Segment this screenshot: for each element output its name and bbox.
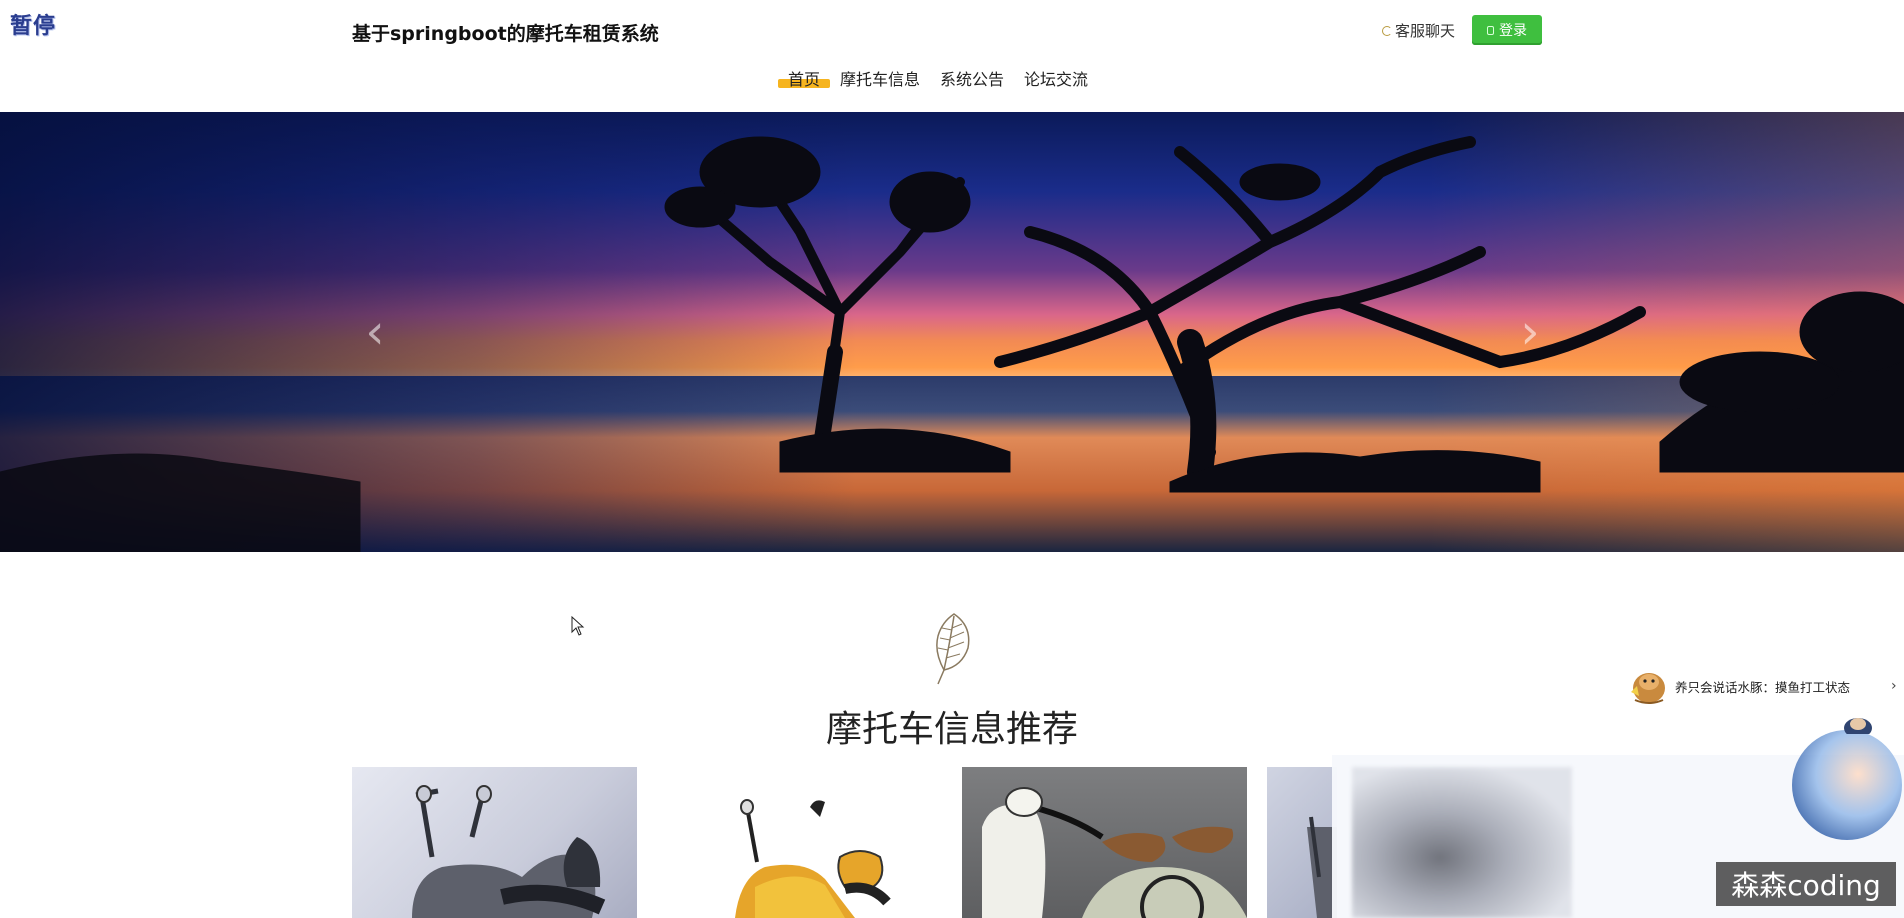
main-nav: 首页 摩托车信息 系统公告 论坛交流: [778, 64, 1098, 94]
section-title: 摩托车信息推荐: [825, 709, 1078, 750]
nav-item-forum[interactable]: 论坛交流: [1014, 64, 1098, 94]
capybara-avatar-icon: [1631, 673, 1665, 704]
nav-item-home[interactable]: 首页: [778, 64, 831, 94]
scooter-image: [1307, 816, 1337, 918]
scooter-image: [735, 799, 891, 918]
motorcycle-card[interactable]: [655, 767, 940, 918]
motorcycle-card[interactable]: [1267, 767, 1337, 918]
notice-text: 养只会说话水豚：摸鱼打工状态: [1675, 679, 1851, 695]
site-title: 基于springboot的摩托车租赁系统: [352, 23, 659, 45]
pause-badge[interactable]: 暂停: [10, 8, 56, 40]
watermark: 森森coding: [1716, 862, 1896, 906]
mouse-cursor-icon: [571, 616, 585, 636]
chevron-right-icon[interactable]: ›: [1891, 678, 1897, 694]
leaf-icon: [936, 613, 970, 685]
scooter-image: [982, 787, 1247, 918]
corner-avatar-icon: [1844, 718, 1872, 734]
nav-item-motorcycle-info[interactable]: 摩托车信息: [830, 64, 930, 94]
scooter-image: [412, 785, 606, 918]
login-label: 登录: [1499, 23, 1527, 39]
motorcycle-card[interactable]: [352, 767, 637, 918]
chat-icon: [1382, 25, 1392, 36]
page: 暂停 基于springboot的摩托车租赁系统 客服聊天 登录 首页 摩托车信息…: [0, 0, 1904, 918]
chat-label: 客服聊天: [1395, 22, 1456, 40]
login-button[interactable]: 登录: [1472, 15, 1542, 45]
blurred-image: [1352, 767, 1572, 918]
nav-item-announcements[interactable]: 系统公告: [930, 64, 1014, 94]
blurred-avatar: [1792, 730, 1902, 840]
chevron-right-icon[interactable]: ›: [1510, 302, 1550, 362]
customer-chat-link[interactable]: 客服聊天: [1382, 20, 1455, 41]
motorcycle-card[interactable]: [962, 767, 1247, 918]
notice-bar[interactable]: 养只会说话水豚：摸鱼打工状态 ›: [1625, 666, 1897, 706]
chevron-left-icon[interactable]: ‹: [355, 302, 395, 362]
tree-silhouettes: [0, 136, 1904, 552]
banner-carousel[interactable]: ‹ ›: [0, 112, 1904, 552]
user-icon: [1487, 25, 1494, 35]
